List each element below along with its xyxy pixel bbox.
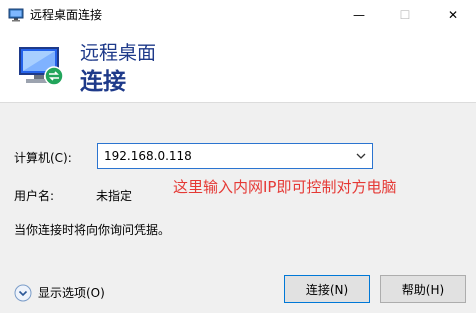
banner-title: 远程桌面	[80, 42, 157, 64]
username-label: 用户名:	[14, 189, 55, 203]
header-banner: 远程桌面 连接	[0, 30, 476, 103]
remote-desktop-icon	[19, 47, 64, 86]
username-value: 未指定	[96, 189, 133, 203]
show-options-label[interactable]: 显示选项(O)	[38, 285, 105, 301]
minimize-button[interactable]: —	[336, 0, 382, 30]
title-bar: 远程桌面连接 — ☐ ✕	[0, 0, 476, 30]
computer-label: 计算机(C):	[14, 151, 72, 165]
connect-button-label: 连接(N)	[305, 282, 349, 297]
remote-desktop-window: 远程桌面连接 — ☐ ✕ 远程桌面 连接 计算机(C): 192.168.0.1…	[0, 0, 476, 313]
computer-combobox[interactable]: 192.168.0.118	[97, 143, 373, 169]
window-title: 远程桌面连接	[30, 8, 103, 22]
help-button-label: 帮助(H)	[401, 282, 445, 297]
chevron-down-circle-icon[interactable]	[14, 284, 32, 302]
remote-desktop-icon	[8, 8, 24, 22]
show-options-toggle[interactable]: 显示选项(O)	[14, 284, 105, 302]
chevron-down-icon[interactable]	[356, 151, 366, 161]
credentials-info-text: 当你连接时将向你询问凭据。	[14, 223, 171, 237]
maximize-button[interactable]: ☐	[382, 0, 428, 30]
maximize-icon: ☐	[399, 8, 411, 22]
annotation-text: 这里输入内网IP即可控制对方电脑	[173, 178, 397, 196]
banner-subtitle: 连接	[80, 69, 126, 95]
connect-button[interactable]: 连接(N)	[284, 275, 370, 303]
help-button[interactable]: 帮助(H)	[380, 275, 466, 303]
computer-input-value[interactable]: 192.168.0.118	[104, 148, 192, 164]
minimize-icon: —	[353, 8, 365, 22]
close-icon: ✕	[447, 8, 459, 22]
close-button[interactable]: ✕	[430, 0, 476, 30]
